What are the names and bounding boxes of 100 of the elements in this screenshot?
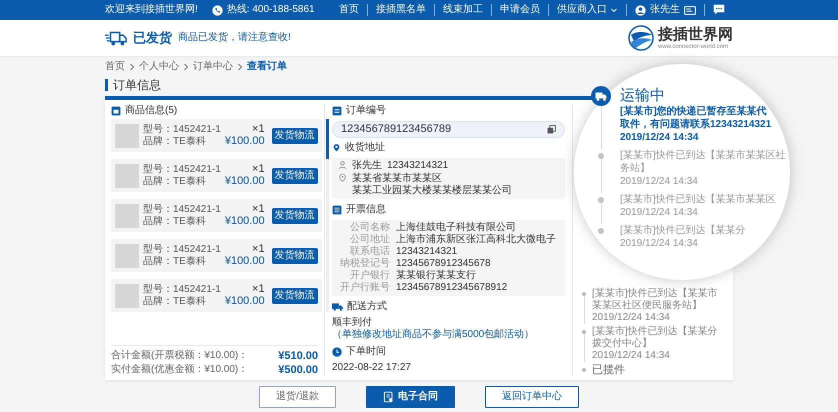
user-name-link[interactable]: 张先生 <box>650 4 680 16</box>
photo-placeholder <box>115 124 139 148</box>
product-price: ¥100.00 <box>224 135 265 148</box>
document-icon <box>382 391 394 403</box>
photo-placeholder <box>115 244 139 268</box>
timeline-dot <box>598 153 604 159</box>
timeline-dot <box>598 197 604 203</box>
action-button[interactable]: 返回订单中心 <box>484 386 579 408</box>
timeline-dot <box>582 330 586 334</box>
timeline-dot <box>582 368 586 372</box>
invoice-value: 某某银行某某支行 <box>396 270 477 282</box>
box-icon <box>111 106 121 116</box>
tracking-text: [某某市]快件已到达【某某分拨交付中心】 <box>592 326 719 350</box>
action-button[interactable]: 退货/退款 <box>259 386 336 408</box>
invoice-icon <box>332 204 342 214</box>
address-line: 某某工业园某大楼某某楼层某某公司 <box>352 185 512 197</box>
chevron-icon <box>129 63 135 71</box>
globe-logo-icon <box>628 25 654 51</box>
order-status-message: 商品已发货，请注意查收! <box>178 32 291 44</box>
tracking-status: 运输中 <box>620 86 666 105</box>
product-brand: 品牌：TE泰科 <box>143 136 207 148</box>
nav-link[interactable]: 接插黑名单 <box>376 4 426 16</box>
order-number-field: 123456789123456789 <box>332 121 565 138</box>
action-button[interactable]: 电子合同 <box>366 386 455 408</box>
tracking-text: [某某市]快件已到达【某某市某某区社区便民服务站】 <box>592 288 719 312</box>
invoice-label: 开户银行 <box>349 270 390 282</box>
nav-link[interactable]: 首页 <box>339 4 359 16</box>
address-line: 某某省某某市某某区 <box>352 173 443 184</box>
product-model: 型号：1452421-1 <box>143 244 221 256</box>
copy-icon <box>547 125 556 134</box>
nav-dropdown[interactable]: 供应商入口 <box>557 4 618 16</box>
delivery-icon <box>332 302 343 311</box>
product-model: 型号：1452421-1 <box>143 164 221 176</box>
tracking-time: 2019/12/24 14:34 <box>592 312 671 324</box>
invoice-label: 公司地址 <box>349 234 390 246</box>
clock-icon <box>332 346 342 356</box>
tracking-time: 2019/12/24 14:34 <box>620 206 699 219</box>
photo-placeholder <box>115 204 139 228</box>
photo-placeholder <box>115 164 139 188</box>
logistics-button[interactable]: 发货物流 <box>272 128 318 144</box>
logistics-button[interactable]: 发货物流 <box>272 208 318 224</box>
shipping-method: 顺丰到付 <box>332 317 372 328</box>
person-icon <box>338 160 347 170</box>
product-model: 型号：1452421-1 <box>143 204 221 216</box>
tracking-time: 2019/12/24 14:34 <box>620 237 699 250</box>
invoice-value: 上海市浦东新区张江高科北大微电子 <box>396 234 557 246</box>
invoice-label: 纳税登记号 <box>339 258 390 270</box>
tracking-status: 已揽件 <box>592 364 625 377</box>
list-icon <box>332 106 342 116</box>
tracking-text: [某某市]您的快递已暂存至某某代 <box>620 105 768 118</box>
invoice-value: 12345678912345678912 <box>396 282 508 294</box>
product-quantity: ×1 <box>251 243 265 255</box>
product-model: 型号：1452421-1 <box>143 124 221 136</box>
product-model: 型号：1452421-1 <box>143 284 221 296</box>
total-value: ¥510.00 <box>278 350 318 362</box>
breadcrumb-link[interactable]: 个人中心 <box>139 61 179 73</box>
section-title: 配送方式 <box>347 300 387 312</box>
invoice-label: 公司名称 <box>349 222 390 234</box>
breadcrumb-link[interactable]: 查看订单 <box>247 61 287 73</box>
nav-link[interactable]: 申请会员 <box>500 4 540 16</box>
total-label: 合计金额(开票税额：¥10.00)： <box>111 350 248 362</box>
product-brand: 品牌：TE泰科 <box>143 296 207 308</box>
logistics-button[interactable]: 发货物流 <box>272 248 318 264</box>
chat-button[interactable] <box>713 4 725 16</box>
product-quantity: ×1 <box>251 283 265 295</box>
invoice-label: 联系电话 <box>349 246 390 258</box>
product-brand: 品牌：TE泰科 <box>143 216 207 228</box>
product-price: ¥100.00 <box>224 295 265 308</box>
copy-button[interactable] <box>547 125 556 134</box>
tracking-text: 务站】 <box>620 162 651 175</box>
timeline-dot <box>582 292 586 296</box>
chevron-icon <box>237 63 243 71</box>
welcome-text: 欢迎来到接插世界网! <box>105 4 198 16</box>
invoice-label: 开户行账号 <box>339 282 390 294</box>
location-icon <box>338 173 347 183</box>
product-quantity: ×1 <box>251 163 265 175</box>
tracking-time: 2019/12/24 14:34 <box>620 131 700 144</box>
nav-link[interactable]: 线束加工 <box>443 4 483 16</box>
product-quantity: ×1 <box>251 123 265 135</box>
breadcrumb-link[interactable]: 订单中心 <box>193 61 233 73</box>
logistics-button[interactable]: 发货物流 <box>272 288 318 304</box>
section-title: 下单时间 <box>346 346 386 358</box>
product-price: ¥100.00 <box>224 215 265 228</box>
page-title: 订单信息 <box>113 78 161 92</box>
order-status-title: 已发货 <box>133 30 172 46</box>
recipient-name: 张先生 <box>352 160 382 172</box>
tracking-text: [某某市]快件已到达【某某市某某区 <box>620 193 776 206</box>
product-brand: 品牌：TE泰科 <box>143 256 207 268</box>
tracking-time: 2019/12/24 14:34 <box>620 175 699 188</box>
logistics-button[interactable]: 发货物流 <box>272 168 318 184</box>
products-title: 商品信息(5) <box>125 104 178 116</box>
product-brand: 品牌：TE泰科 <box>143 176 207 188</box>
timeline-dot <box>598 228 604 234</box>
user-icon <box>635 4 646 16</box>
truck-icon <box>105 29 127 47</box>
order-time: 2022-08-22 17:27 <box>332 362 412 374</box>
section-title: 收货地址 <box>345 142 385 154</box>
chevron-icon <box>183 63 189 71</box>
section-title: 开票信息 <box>346 204 386 216</box>
breadcrumb-link[interactable]: 首页 <box>105 61 125 73</box>
